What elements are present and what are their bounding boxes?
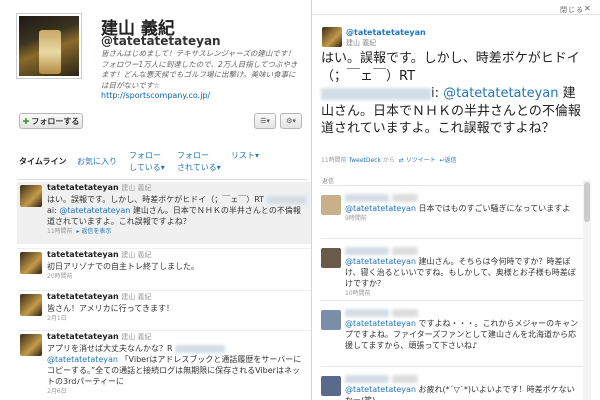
detail-meta: 11時間前 TweetDeck から ⇄ リツイート ↩返信: [321, 155, 457, 164]
tweet-avatar[interactable]: [20, 252, 42, 274]
profile-handle: @tatetatetateyan: [101, 34, 221, 48]
timeline-tweet[interactable]: tatetatetateyan 建山 義紀 アプリを消せば大丈夫なんかな？R @…: [17, 330, 311, 400]
plus-icon: ✚: [22, 116, 30, 126]
retweet-icon[interactable]: ⇄: [399, 157, 404, 164]
gear-icon: ⚙▾: [286, 117, 296, 125]
redacted-text: [321, 87, 431, 100]
list-icon: ☰▾: [260, 117, 270, 125]
tweet-username[interactable]: tatetatetateyan: [47, 332, 119, 341]
retweet-link[interactable]: リツイート: [406, 157, 436, 164]
tweet-text: 皆さん！アメリカに行ってきます！: [47, 304, 174, 313]
detail-tweet-text: はい。誤報です。しかし、時差ボケがヒドイ（；￣ェ￣）RT i: @tatetate…: [321, 51, 581, 136]
wine-bottle-image: [39, 30, 61, 74]
tweet-realname: 建山 義紀: [121, 333, 152, 341]
tweet-text-cont: @tatetatetateyan 「Viberはアドレスブックと通話履歴をサーバ…: [47, 355, 302, 386]
replies-scrollbar[interactable]: [583, 180, 591, 400]
show-replies-link[interactable]: ▸ 返信を表示: [76, 228, 111, 235]
reply-item[interactable]: @tatetatetateyan 建山さん。そちらは今何時ですか？時差ぼけ、寝く…: [321, 238, 583, 298]
tweet-realname: 建山 義紀: [121, 184, 152, 192]
settings-menu-button[interactable]: ⚙▾: [280, 113, 302, 129]
scroll-thumb[interactable]: [584, 182, 590, 222]
profile-url[interactable]: http://sportscompany.co.jp/: [101, 91, 210, 100]
tweet-username[interactable]: tatetatetateyan: [47, 183, 119, 192]
tweet-text: 初日アリゾナでの自主トレ終了しました。: [47, 262, 199, 271]
tweet-realname: 建山 義紀: [121, 251, 152, 259]
reply-time[interactable]: 10時間前: [345, 289, 581, 298]
tweet-mention[interactable]: @tatetatetateyan: [59, 206, 130, 215]
redacted-username: [345, 193, 389, 202]
detail-realname: 建山 義紀: [346, 39, 377, 47]
tab-favorites[interactable]: お気に入り: [77, 156, 117, 168]
tweet-text: アプリを消せば大丈夫なんかな？R: [47, 343, 307, 354]
tweet-time[interactable]: 20時間前: [47, 272, 307, 282]
tweet-time[interactable]: 2月1日: [47, 314, 307, 324]
tab-followers[interactable]: フォロー されている▾: [177, 150, 221, 174]
reply-avatar[interactable]: [321, 248, 341, 268]
reply-text: @tatetatetateyan 建山さん。そちらは今何時ですか？時差ぼけ、寝く…: [345, 257, 576, 288]
detail-from: から: [382, 157, 395, 164]
timeline-tweet[interactable]: tatetatetateyan 建山 義紀 皆さん！アメリカに行ってきます！ 2…: [17, 290, 311, 326]
reply-item[interactable]: @tatetatetateyan お疲れ(*´▽`*)いよいよです！時差ボケない…: [321, 366, 583, 400]
redacted-realname: [391, 193, 418, 202]
detail-divider: [312, 14, 600, 20]
profile-bio: 皆さんはじめまして！テキサスレンジャーズの建山です！フォロワー1万人に到達したの…: [101, 49, 298, 90]
redacted-text: [175, 344, 226, 353]
tweet-avatar[interactable]: [20, 334, 42, 356]
reply-text: @tatetatetateyan ですよね・・・。これからメジャーのキャンプです…: [345, 319, 579, 350]
timeline-tweet[interactable]: tatetatetateyan 建山 義紀 はい。誤報です。しかし、時差ボケがヒ…: [17, 182, 311, 244]
replies-label: 返信: [322, 178, 335, 185]
tweet-username[interactable]: tatetatetateyan: [47, 250, 119, 259]
people-menu-button[interactable]: ☰▾: [254, 113, 276, 129]
detail-handle[interactable]: @tatetatetateyan: [346, 28, 426, 37]
detail-via[interactable]: TweetDeck: [349, 157, 381, 164]
redacted-realname: [391, 308, 418, 317]
tweet-mention[interactable]: @tatetatetateyan: [47, 355, 118, 364]
reply-time[interactable]: 9時間前: [345, 214, 581, 223]
tab-lists[interactable]: リスト▾: [231, 150, 259, 162]
tweet-realname: 建山 義紀: [121, 293, 152, 301]
reply-avatar[interactable]: [321, 376, 341, 396]
tweet-time[interactable]: 11時間前: [47, 228, 73, 235]
reply-avatar[interactable]: [321, 310, 341, 330]
detail-avatar[interactable]: [322, 27, 342, 47]
follow-label: フォローする: [31, 116, 80, 126]
tweet-text: はい。誤報です。しかし、時差ボケがヒドイ（；￣ェ￣）RT ai: @tateta…: [47, 194, 307, 227]
timeline-tweet[interactable]: tatetatetateyan 建山 義紀 初日アリゾナでの自主トレ終了しました…: [17, 248, 311, 288]
redacted-realname: [391, 374, 418, 383]
tab-timeline[interactable]: タイムライン: [19, 156, 66, 168]
redacted-text: [266, 195, 307, 204]
redacted-username: [345, 246, 389, 255]
profile-avatar[interactable]: [17, 14, 81, 78]
tweet-avatar[interactable]: [20, 185, 42, 207]
redacted-username: [345, 308, 389, 317]
redacted-realname: [391, 246, 418, 255]
reply-item[interactable]: @tatetatetateyan ですよね・・・。これからメジャーのキャンプです…: [321, 300, 583, 360]
reply-text: @tatetatetateyan 日本ではものすごい騒ぎになっていますよ: [345, 204, 571, 213]
detail-mention[interactable]: @tatetatetateyan: [443, 86, 558, 101]
profile-tabs: タイムライン お気に入り フォロー している▾ フォロー されている▾ リスト▾: [17, 150, 307, 180]
reply-text: @tatetatetateyan お疲れ(*´▽`*)いよいよです！時差ボケない…: [345, 385, 575, 400]
reply-link[interactable]: 返信: [445, 157, 457, 164]
reply-item[interactable]: @tatetatetateyan 日本ではものすごい騒ぎになっていますよ 9時間…: [321, 185, 583, 233]
redacted-username: [345, 374, 389, 383]
tweet-username[interactable]: tatetatetateyan: [47, 292, 119, 301]
tweet-time[interactable]: 2月6日: [47, 387, 307, 397]
profile-panel: 建山 義紀 @tatetatetateyan 皆さんはじめまして！テキサスレンジ…: [0, 0, 312, 400]
detail-time[interactable]: 11時間前: [321, 157, 347, 164]
reply-avatar[interactable]: [321, 195, 341, 215]
follow-button[interactable]: ✚ フォローする: [19, 113, 83, 129]
close-icon[interactable]: ✕: [584, 4, 591, 13]
tab-following[interactable]: フォロー している▾: [129, 150, 165, 174]
tweet-avatar[interactable]: [20, 294, 42, 316]
